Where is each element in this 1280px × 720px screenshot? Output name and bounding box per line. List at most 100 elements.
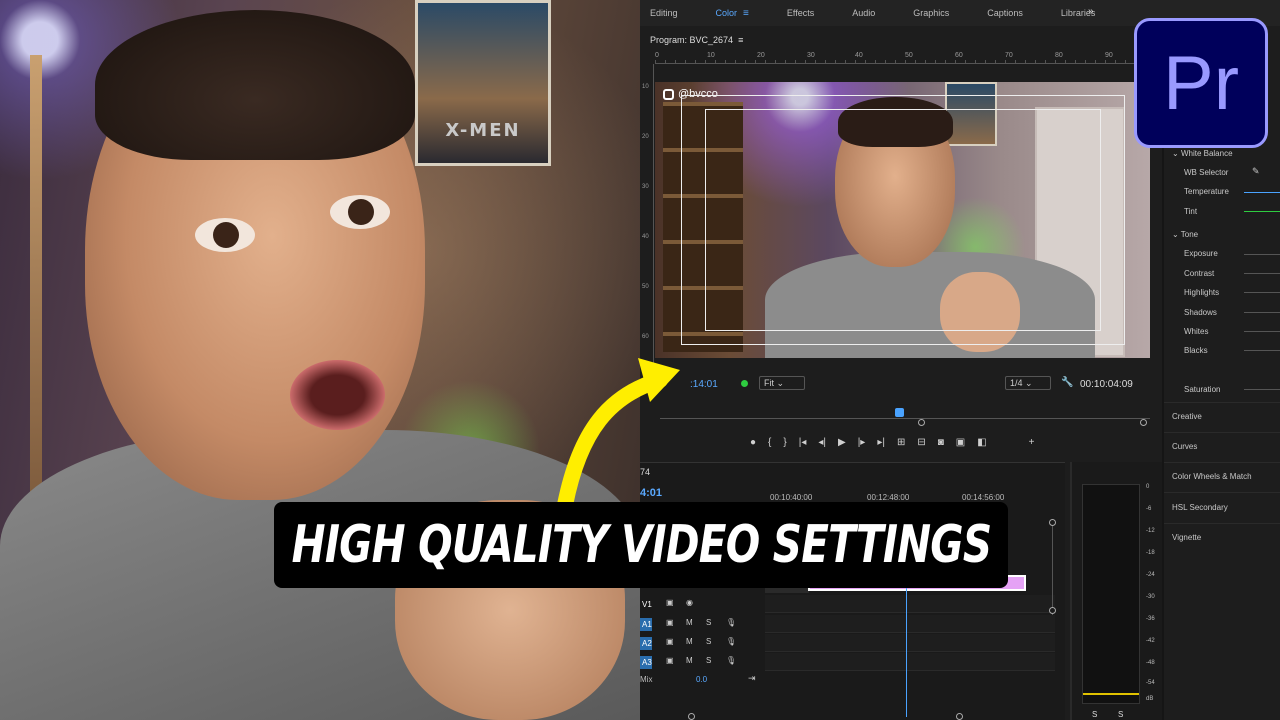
horizontal-scroll-handle[interactable] <box>956 713 963 720</box>
timeline-tick-label: 00:12:48:00 <box>867 493 910 502</box>
eyedropper-icon[interactable]: ✎ <box>1252 166 1260 177</box>
film-icon[interactable]: ▣ <box>666 656 674 665</box>
presenter-hair <box>95 10 415 160</box>
section-color-wheels[interactable]: Color Wheels & Match <box>1172 472 1252 481</box>
add-button-icon[interactable]: + <box>1029 437 1035 448</box>
playhead-marker[interactable] <box>895 408 904 417</box>
db-label: -54 <box>1146 680 1155 686</box>
track-label[interactable]: A1 <box>640 618 652 631</box>
film-icon[interactable]: ▣ <box>666 637 674 646</box>
section-hsl-secondary[interactable]: HSL Secondary <box>1172 503 1228 512</box>
comparison-view-icon[interactable]: ▣ <box>956 437 965 448</box>
tab-captions[interactable]: Captions <box>977 8 1023 18</box>
tab-color[interactable]: Color ≡ <box>706 8 749 19</box>
ruler-label: 40 <box>642 234 649 240</box>
mute-button[interactable]: M <box>686 656 693 665</box>
wb-selector-label: WB Selector <box>1184 168 1229 177</box>
track-lane[interactable] <box>765 595 1055 613</box>
chevron-down-icon: ⌄ <box>776 378 785 388</box>
proxy-toggle-icon[interactable]: ◧ <box>977 437 986 448</box>
eye-icon[interactable]: ◉ <box>686 598 693 607</box>
export-frame-icon[interactable]: ◙ <box>938 437 944 448</box>
double-chevron-right-icon[interactable]: » <box>1088 6 1094 17</box>
solo-button[interactable]: S <box>1118 710 1123 719</box>
track-label[interactable]: V1 <box>640 598 652 611</box>
tab-graphics[interactable]: Graphics <box>903 8 949 18</box>
resolution-dropdown[interactable]: 1/4 ⌄ <box>1005 376 1051 390</box>
horizontal-scroll-handle[interactable] <box>688 713 695 720</box>
track-lane[interactable] <box>765 634 1055 652</box>
db-label: -48 <box>1146 660 1155 666</box>
contrast-slider[interactable] <box>1244 273 1280 274</box>
play-icon[interactable]: ▶ <box>838 437 846 448</box>
audio-meter: 0 -6 -12 -18 -24 -30 -36 -42 -48 -54 dB … <box>1070 462 1165 720</box>
exposure-slider[interactable] <box>1244 254 1280 255</box>
film-icon[interactable]: ▣ <box>666 618 674 627</box>
microphone-icon[interactable]: 🎙 <box>726 656 736 665</box>
extract-icon[interactable]: ⊟ <box>917 437 925 448</box>
tab-editing[interactable]: Editing <box>640 8 678 18</box>
go-to-in-icon[interactable]: |◂ <box>799 437 807 448</box>
timeline-tick-label: 00:14:56:00 <box>962 493 1005 502</box>
mix-value[interactable]: 0.0 <box>696 675 707 684</box>
timeline-vertical-scrollbar[interactable] <box>1049 519 1058 615</box>
microphone-icon[interactable]: 🎙 <box>726 618 736 627</box>
panel-menu-icon[interactable]: ≡ <box>736 35 743 45</box>
solo-button[interactable]: S <box>706 637 711 646</box>
mute-button[interactable]: M <box>686 637 693 646</box>
track-label[interactable]: A3 <box>640 656 652 669</box>
track-a1: A1 ▣ M S 🎙 <box>640 615 1060 633</box>
shadows-slider[interactable] <box>1244 312 1280 313</box>
ruler-label: 80 <box>1055 52 1063 59</box>
scroll-handle[interactable] <box>1049 607 1056 614</box>
horizontal-ruler: 0 10 20 30 40 50 60 70 80 90 <box>655 52 1160 64</box>
mute-button[interactable]: M <box>686 618 693 627</box>
section-vignette[interactable]: Vignette <box>1172 533 1201 542</box>
db-label: -42 <box>1146 638 1155 644</box>
track-a3: A3 ▣ M S 🎙 <box>640 653 1060 671</box>
zoom-handle-right[interactable] <box>1140 419 1147 426</box>
whites-slider[interactable] <box>1244 331 1280 332</box>
scroll-handle[interactable] <box>1049 519 1056 526</box>
zoom-handle-left[interactable] <box>918 419 925 426</box>
db-label: -30 <box>1146 594 1155 600</box>
temperature-slider[interactable] <box>1244 192 1280 193</box>
db-label: -36 <box>1146 616 1155 622</box>
section-creative[interactable]: Creative <box>1172 412 1202 421</box>
ruler-label: 20 <box>757 52 765 59</box>
hamburger-menu-icon[interactable]: ≡ <box>743 8 749 19</box>
add-marker-icon[interactable]: ● <box>750 437 756 448</box>
solo-button[interactable]: S <box>706 618 711 627</box>
resolution-value: 1/4 <box>1010 378 1023 388</box>
presenter-mouth <box>290 360 385 430</box>
tab-effects[interactable]: Effects <box>777 8 814 18</box>
section-tone[interactable]: ⌄ Tone <box>1172 230 1198 239</box>
section-label: White Balance <box>1180 149 1233 158</box>
film-icon[interactable]: ▣ <box>666 598 674 607</box>
solo-button[interactable]: S <box>706 656 711 665</box>
mark-out-icon[interactable]: } <box>783 437 786 448</box>
zoom-dropdown[interactable]: Fit ⌄ <box>759 376 805 390</box>
mark-in-icon[interactable]: { <box>768 437 771 448</box>
tint-slider[interactable] <box>1244 211 1280 212</box>
wrench-icon[interactable]: 🔧 <box>1061 377 1073 388</box>
microphone-icon[interactable]: 🎙 <box>726 637 736 646</box>
highlights-slider[interactable] <box>1244 292 1280 293</box>
track-label[interactable]: A2 <box>640 637 652 650</box>
blacks-slider[interactable] <box>1244 350 1280 351</box>
go-to-out-icon[interactable]: ▸| <box>877 437 885 448</box>
tab-audio[interactable]: Audio <box>842 8 875 18</box>
yellow-arrow <box>557 358 680 513</box>
blacks-label: Blacks <box>1184 346 1208 355</box>
section-white-balance[interactable]: ⌄ White Balance <box>1172 149 1233 158</box>
saturation-slider[interactable] <box>1244 389 1280 390</box>
lumetri-color-panel: ⌄ White Balance WB Selector ✎ Temperatur… <box>1162 120 1280 720</box>
skip-to-end-icon[interactable]: ⇥ <box>748 673 756 684</box>
lift-icon[interactable]: ⊞ <box>897 437 905 448</box>
solo-button[interactable]: S <box>1092 710 1097 719</box>
step-back-icon[interactable]: ◂| <box>818 437 826 448</box>
section-curves[interactable]: Curves <box>1172 442 1197 451</box>
step-forward-icon[interactable]: |▸ <box>858 437 866 448</box>
track-lane[interactable] <box>765 615 1055 633</box>
track-lane[interactable] <box>765 653 1055 671</box>
